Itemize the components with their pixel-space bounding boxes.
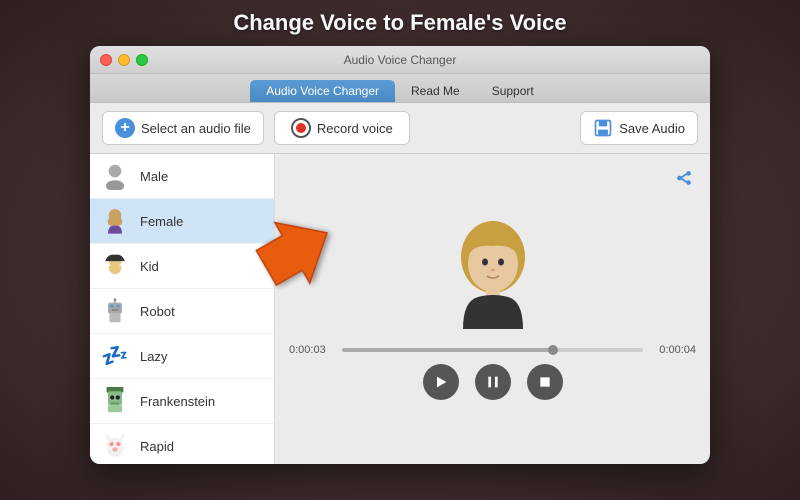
voice-item-male[interactable]: Male — [90, 154, 274, 199]
rapid-label: Rapid — [140, 439, 174, 454]
male-label: Male — [140, 169, 168, 184]
time-end: 0:00:04 — [651, 344, 696, 356]
main-content: Male Female — [90, 154, 710, 464]
voice-item-female[interactable]: Female — [90, 199, 274, 244]
playback-controls — [289, 364, 696, 400]
progress-fill — [342, 348, 553, 352]
preview-area: 0:00:03 0:00:04 — [275, 154, 710, 464]
frankenstein-label: Frankenstein — [140, 394, 215, 409]
window-controls — [100, 54, 148, 66]
voice-item-rapid[interactable]: Rapid — [90, 424, 274, 464]
male-avatar — [100, 161, 130, 191]
voice-list: Male Female — [90, 154, 275, 464]
select-audio-button[interactable]: + Select an audio file — [102, 111, 264, 145]
titlebar: Audio Voice Changer — [90, 46, 710, 74]
app-window: Audio Voice Changer Audio Voice Changer … — [90, 46, 710, 464]
record-label: Record voice — [317, 121, 393, 136]
save-icon — [593, 118, 613, 138]
save-label: Save Audio — [619, 121, 685, 136]
rapid-avatar — [100, 431, 130, 461]
female-avatar-icon — [100, 206, 130, 236]
pause-button[interactable] — [475, 364, 511, 400]
female-label: Female — [140, 214, 183, 229]
female-avatar-svg — [443, 219, 543, 329]
lazy-label: Lazy — [140, 349, 167, 364]
tab-read-me[interactable]: Read Me — [395, 80, 476, 102]
lazy-avatar: 💤 — [100, 341, 130, 371]
record-dot — [296, 123, 306, 133]
frankenstein-avatar — [100, 386, 130, 416]
close-button[interactable] — [100, 54, 112, 66]
progress-area: 0:00:03 0:00:04 — [275, 344, 710, 400]
maximize-button[interactable] — [136, 54, 148, 66]
voice-item-kid[interactable]: Kid — [90, 244, 274, 289]
voice-item-frankenstein[interactable]: Frankenstein — [90, 379, 274, 424]
page-title: Change Voice to Female's Voice — [233, 10, 566, 36]
share-button[interactable] — [670, 164, 698, 192]
progress-thumb — [548, 345, 558, 355]
play-button[interactable] — [423, 364, 459, 400]
progress-track[interactable] — [342, 348, 643, 352]
stop-icon — [537, 374, 553, 390]
save-audio-button[interactable]: Save Audio — [580, 111, 698, 145]
select-audio-label: Select an audio file — [141, 121, 251, 136]
record-voice-button[interactable]: Record voice — [274, 111, 410, 145]
tab-support[interactable]: Support — [476, 80, 550, 102]
progress-bar-container: 0:00:03 0:00:04 — [289, 344, 696, 356]
window-title: Audio Voice Changer — [344, 53, 457, 67]
female-voice-preview — [443, 219, 543, 334]
plus-icon: + — [115, 118, 135, 138]
pause-icon — [485, 374, 501, 390]
voice-item-lazy[interactable]: 💤 Lazy — [90, 334, 274, 379]
voice-item-robot[interactable]: Robot — [90, 289, 274, 334]
stop-button[interactable] — [527, 364, 563, 400]
play-icon — [433, 374, 449, 390]
kid-avatar — [100, 251, 130, 281]
toolbar: + Select an audio file Record voice Save… — [90, 103, 710, 154]
robot-label: Robot — [140, 304, 175, 319]
tab-audio-voice-changer[interactable]: Audio Voice Changer — [250, 80, 395, 102]
kid-label: Kid — [140, 259, 159, 274]
time-start: 0:00:03 — [289, 344, 334, 356]
record-icon — [291, 118, 311, 138]
robot-avatar — [100, 296, 130, 326]
minimize-button[interactable] — [118, 54, 130, 66]
tab-bar: Audio Voice Changer Read Me Support — [90, 74, 710, 103]
